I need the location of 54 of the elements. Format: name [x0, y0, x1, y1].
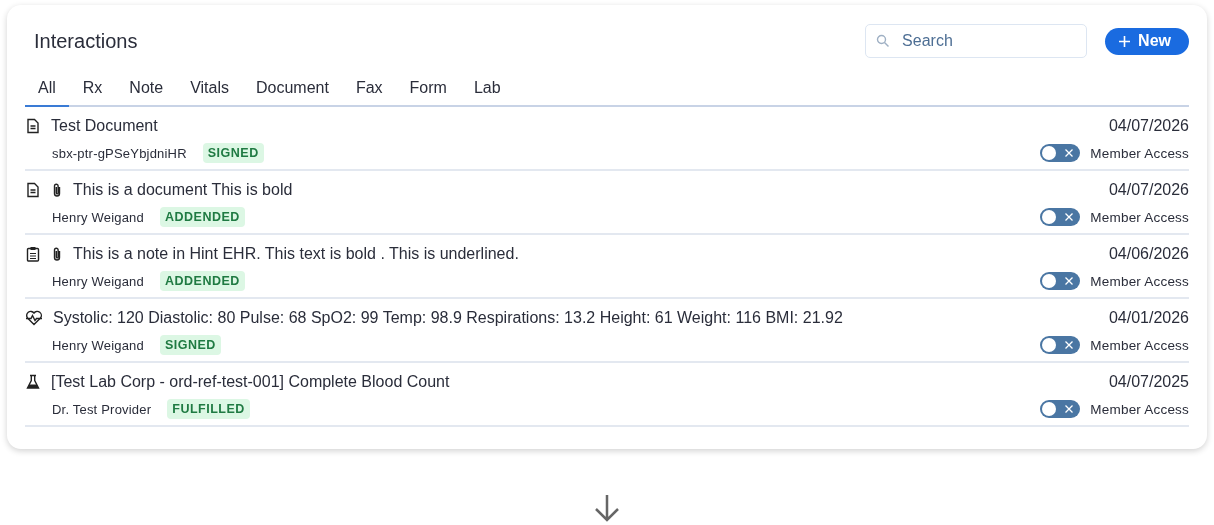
member-access-label: Member Access	[1090, 209, 1189, 225]
interaction-title[interactable]: Systolic: 120 Diastolic: 80 Pulse: 68 SpO2: 99 Temp: 98.9 Respirations: 13.2 Height: 61 Weight: 116 BMI: 21.92	[53, 309, 843, 327]
tab[interactable]: All	[25, 73, 69, 107]
member-access-label: Member Access	[1090, 273, 1189, 289]
x-icon	[1064, 212, 1075, 222]
author-name: Dr. Test Provider	[52, 401, 152, 417]
tab[interactable]: Note	[116, 73, 177, 107]
member-access-toggle[interactable]	[1040, 208, 1081, 226]
member-access-toggle[interactable]	[1040, 272, 1081, 290]
x-icon	[1064, 276, 1075, 286]
interaction-date: 04/07/2025	[1108, 373, 1189, 391]
status-badge: ADDENDED	[159, 207, 245, 227]
member-access-toggle[interactable]	[1040, 336, 1081, 354]
status-badge: FULFILLED	[167, 399, 250, 419]
x-icon	[1064, 340, 1075, 350]
tab[interactable]: Rx	[69, 73, 116, 107]
tab[interactable]: Vitals	[177, 73, 242, 107]
author-name: Henry Weigand	[52, 273, 144, 289]
tab[interactable]: Fax	[342, 73, 396, 107]
interaction-date: 04/01/2026	[1108, 309, 1189, 327]
new-button[interactable]: New	[1105, 27, 1189, 55]
member-access-label: Member Access	[1090, 337, 1189, 353]
status-badge: ADDENDED	[159, 271, 245, 291]
document-icon	[25, 118, 41, 134]
author-name: Henry Weigand	[52, 337, 144, 353]
member-access-label: Member Access	[1090, 401, 1189, 417]
interaction-title[interactable]: [Test Lab Corp - ord-ref-test-001] Complete Blood Count	[51, 373, 450, 391]
interaction-title[interactable]: This is a note in Hint EHR. This text is bold . This is underlined.	[73, 245, 519, 263]
interaction-date: 04/07/2026	[1108, 117, 1189, 135]
interaction-date: 04/07/2026	[1108, 181, 1189, 199]
interaction-title[interactable]: Test Document	[51, 117, 158, 135]
down-arrow-icon	[592, 493, 622, 523]
tab[interactable]: Form	[396, 73, 460, 107]
member-access-toggle[interactable]	[1040, 144, 1081, 162]
author-name: Henry Weigand	[52, 209, 144, 225]
search-field[interactable]: Search	[865, 24, 1088, 58]
clipboard-icon	[25, 246, 41, 262]
member-access-label: Member Access	[1090, 145, 1189, 161]
card-title: Interactions	[34, 29, 138, 53]
status-badge: SIGNED	[159, 335, 221, 355]
plus-icon	[1118, 34, 1132, 48]
document-icon	[25, 182, 41, 198]
x-icon	[1064, 404, 1075, 414]
interaction-date: 04/06/2026	[1108, 245, 1189, 263]
member-access-toggle[interactable]	[1040, 400, 1081, 418]
status-badge: SIGNED	[202, 143, 264, 163]
tab[interactable]: Document	[243, 73, 342, 107]
heartbeat-icon	[25, 310, 43, 326]
search-icon	[876, 34, 891, 48]
flask-icon	[25, 374, 41, 390]
author-name: sbx-ptr-gPSeYbjdniHR	[52, 145, 187, 161]
tab[interactable]: Lab	[460, 73, 514, 107]
x-icon	[1064, 148, 1075, 158]
interaction-title[interactable]: This is a document This is bold	[73, 181, 293, 199]
